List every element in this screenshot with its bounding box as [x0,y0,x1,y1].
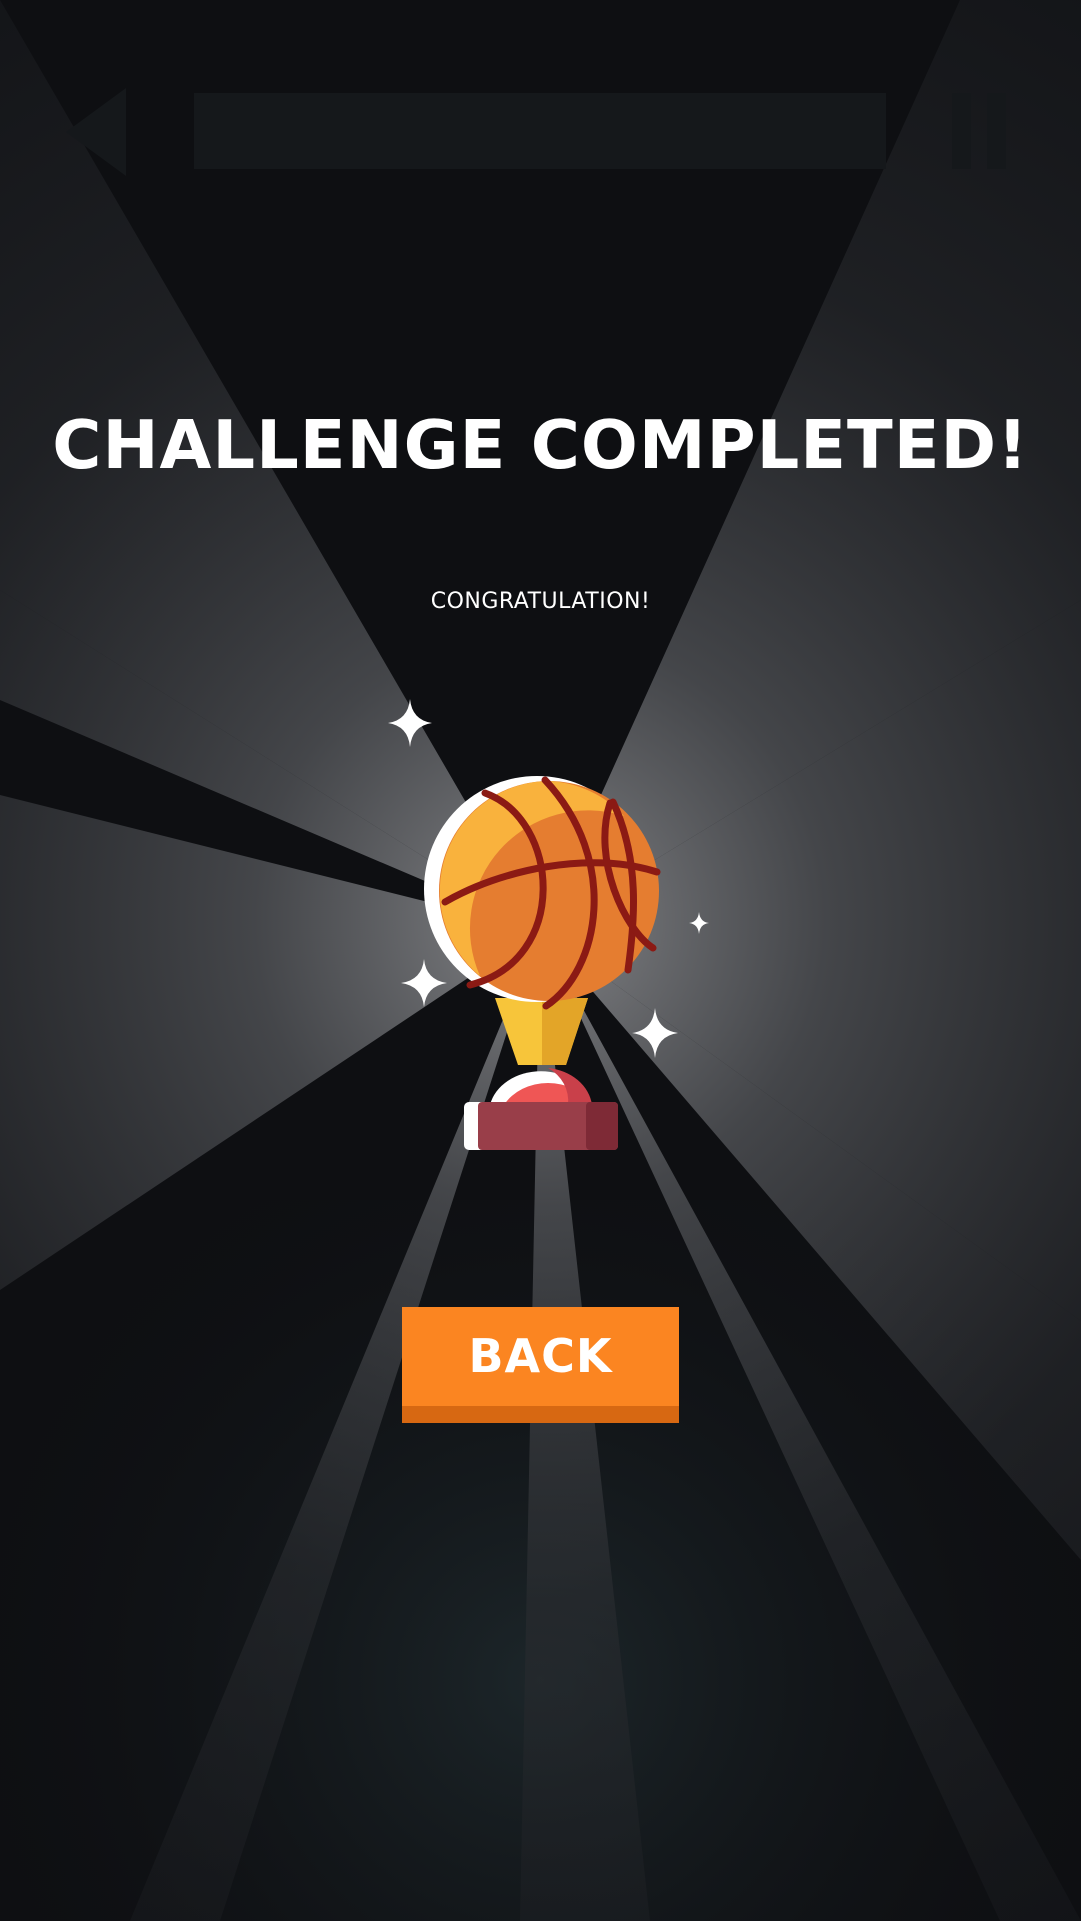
game-screen: CHALLENGE COMPLETED! CONGRATULATION! BAC… [0,0,1081,1921]
back-button[interactable]: BACK [402,1307,679,1423]
challenge-title: CHALLENGE COMPLETED! [52,406,1029,484]
congratulation-text: CONGRATULATION! [430,589,651,614]
basketball-trophy-icon [388,699,709,1150]
pause-bar-right [987,93,1006,169]
pause-icon[interactable] [952,93,1008,169]
pause-bar-left [952,93,971,169]
back-button-label: BACK [468,1329,613,1383]
progress-bar [194,93,886,169]
back-triangle-icon[interactable] [66,88,130,176]
back-button-shadow [402,1406,679,1423]
